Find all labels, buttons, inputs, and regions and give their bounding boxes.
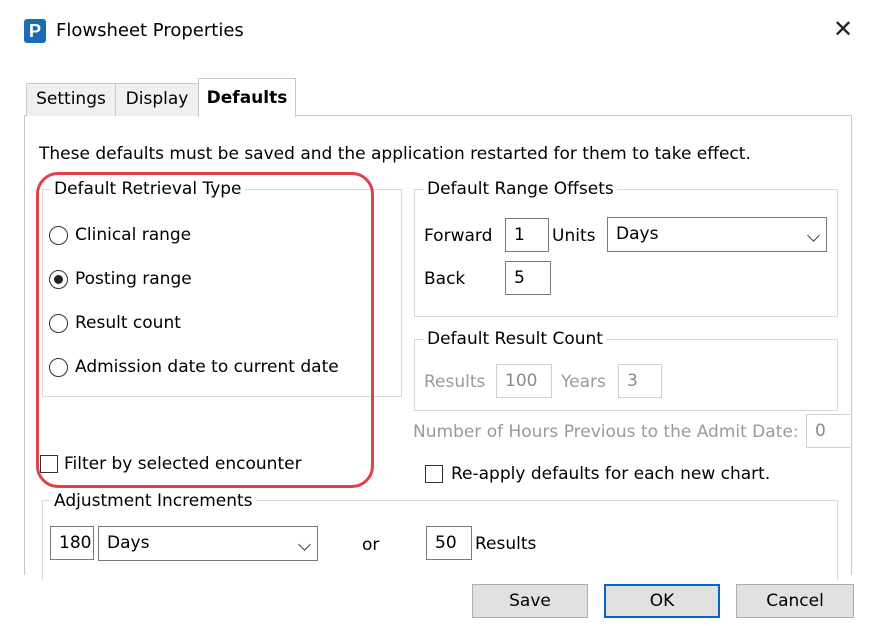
- hours-previous-label: Number of Hours Previous to the Admit Da…: [413, 422, 799, 442]
- result-count-legend: Default Result Count: [424, 328, 606, 350]
- restart-notice: These defaults must be saved and the app…: [39, 144, 751, 164]
- tab-settings[interactable]: Settings: [26, 83, 116, 116]
- save-button[interactable]: Save: [472, 584, 588, 618]
- reapply-defaults-label[interactable]: Re-apply defaults for each new chart.: [451, 463, 770, 485]
- years-input[interactable]: 3: [618, 364, 662, 398]
- results-input[interactable]: 100: [496, 364, 552, 398]
- adjustment-increments-legend: Adjustment Increments: [51, 490, 256, 512]
- reapply-defaults-checkbox[interactable]: [425, 465, 443, 483]
- units-select-value: Days: [616, 224, 659, 244]
- adjustment-unit-select[interactable]: Days: [98, 526, 318, 561]
- adjustment-results-label: Results: [475, 534, 537, 554]
- years-label: Years: [561, 372, 606, 392]
- adjustment-days-input[interactable]: 180: [50, 526, 94, 560]
- forward-label: Forward: [424, 226, 493, 246]
- cancel-button[interactable]: Cancel: [736, 584, 854, 618]
- chevron-down-icon: [298, 538, 311, 551]
- range-offsets-group: [414, 189, 838, 317]
- window-title: Flowsheet Properties: [56, 20, 244, 41]
- adjustment-unit-value: Days: [107, 533, 150, 553]
- tab-defaults[interactable]: Defaults: [198, 78, 296, 117]
- results-label: Results: [424, 372, 486, 392]
- units-label: Units: [552, 226, 596, 246]
- app-icon: P: [24, 19, 46, 43]
- adjustment-results-input[interactable]: 50: [426, 526, 472, 560]
- back-input[interactable]: 5: [505, 261, 551, 295]
- highlight-annotation: [36, 172, 374, 488]
- forward-input[interactable]: 1: [505, 218, 549, 252]
- or-label: or: [362, 535, 380, 555]
- ok-button[interactable]: OK: [604, 584, 720, 618]
- tab-display[interactable]: Display: [115, 83, 199, 116]
- back-label: Back: [424, 269, 466, 289]
- close-icon[interactable]: ✕: [828, 14, 858, 44]
- chevron-down-icon: [807, 229, 820, 242]
- units-select[interactable]: Days: [607, 217, 827, 252]
- hours-previous-input[interactable]: 0: [806, 414, 850, 448]
- range-offsets-legend: Default Range Offsets: [424, 178, 617, 200]
